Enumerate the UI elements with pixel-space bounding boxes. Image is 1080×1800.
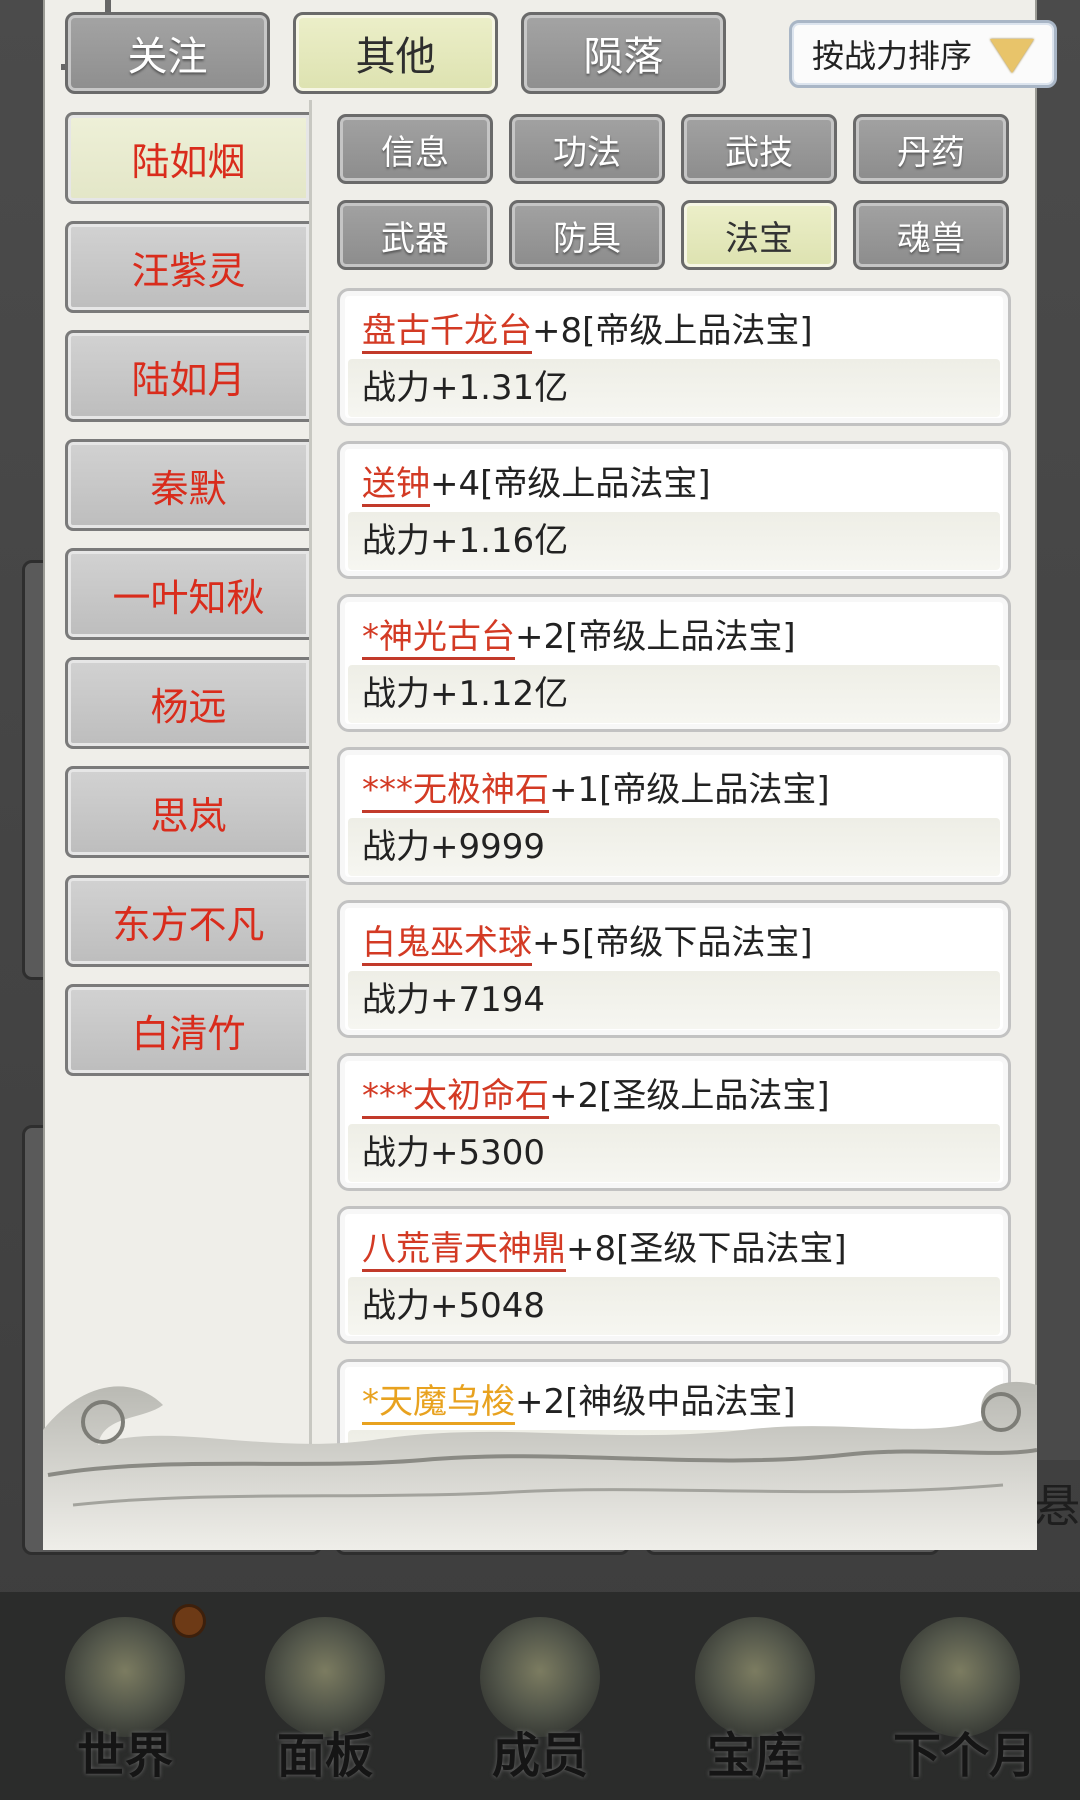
- nav-panel[interactable]: 面板: [230, 1592, 420, 1800]
- item-name[interactable]: 送钟: [362, 464, 430, 507]
- item-power: 战力+1.31亿: [348, 359, 1000, 417]
- treasure-item[interactable]: 送钟+4[帝级上品法宝] 战力+1.16亿: [337, 441, 1011, 579]
- item-power: 战力+1.12亿: [348, 665, 1000, 723]
- character-item[interactable]: 汪紫灵: [65, 221, 309, 313]
- item-name[interactable]: *天魔乌梭: [362, 1382, 515, 1425]
- item-name[interactable]: ***太初命石: [362, 1076, 549, 1119]
- character-item[interactable]: 一叶知秋: [65, 548, 309, 640]
- character-item[interactable]: 秦默: [65, 439, 309, 531]
- character-item[interactable]: 陆如月: [65, 330, 309, 422]
- item-grade: +5[帝级下品法宝]: [532, 923, 813, 963]
- character-equipment-panel: 关注 其他 陨落 按战力排序 陆如烟 汪紫灵 陆如月 秦默 一叶知秋 杨远 思岚…: [43, 0, 1057, 1548]
- treasure-item[interactable]: *神光古台+2[帝级上品法宝] 战力+1.12亿: [337, 594, 1011, 732]
- category-info[interactable]: 信息: [337, 114, 493, 184]
- category-treasure[interactable]: 法宝: [681, 200, 837, 270]
- background-edge-text: 悬: [1034, 1479, 1080, 1533]
- nav-label: 成员: [491, 1728, 588, 1784]
- dropdown-arrow-icon: [990, 39, 1034, 73]
- list-divider: [309, 100, 312, 1500]
- character-item[interactable]: 思岚: [65, 766, 309, 858]
- bottom-nav: 世界 面板 成员 宝库 下个月: [0, 1592, 1080, 1800]
- character-item[interactable]: 东方不凡: [65, 875, 309, 967]
- character-item[interactable]: 陆如烟: [65, 112, 309, 204]
- category-pill[interactable]: 丹药: [853, 114, 1009, 184]
- nav-members[interactable]: 成员: [445, 1592, 635, 1800]
- treasure-item[interactable]: ***太初命石+2[圣级上品法宝] 战力+5300: [337, 1053, 1011, 1191]
- treasure-item[interactable]: 白鬼巫术球+5[帝级下品法宝] 战力+7194: [337, 900, 1011, 1038]
- item-title: 送钟+4[帝级上品法宝]: [362, 456, 711, 507]
- category-skill[interactable]: 功法: [509, 114, 665, 184]
- item-power: 战力+5300: [348, 1124, 1000, 1182]
- item-title: *神光古台+2[帝级上品法宝]: [362, 609, 796, 660]
- nav-label: 下个月: [892, 1728, 1037, 1784]
- item-power: 战力+1.16亿: [348, 512, 1000, 570]
- category-martial[interactable]: 武技: [681, 114, 837, 184]
- character-list: 陆如烟 汪紫灵 陆如月 秦默 一叶知秋 杨远 思岚 东方不凡 白清竹: [65, 112, 309, 1093]
- nav-next-month[interactable]: 下个月: [865, 1592, 1065, 1800]
- item-name[interactable]: 八荒青天神鼎: [362, 1229, 566, 1272]
- item-title: 八荒青天神鼎+8[圣级下品法宝]: [362, 1221, 847, 1272]
- treasure-list: 盘古千龙台+8[帝级上品法宝] 战力+1.31亿 送钟+4[帝级上品法宝] 战力…: [337, 288, 1011, 1488]
- tab-fallen[interactable]: 陨落: [521, 12, 726, 94]
- nav-label: 面板: [276, 1728, 373, 1784]
- category-weapon[interactable]: 武器: [337, 200, 493, 270]
- item-grade: +2[神级中品法宝]: [515, 1382, 796, 1422]
- category-beast[interactable]: 魂兽: [853, 200, 1009, 270]
- item-title: ***太初命石+2[圣级上品法宝]: [362, 1068, 830, 1119]
- item-name[interactable]: 盘古千龙台: [362, 311, 532, 354]
- item-grade: +2[帝级上品法宝]: [515, 617, 796, 657]
- treasure-item[interactable]: 八荒青天神鼎+8[圣级下品法宝] 战力+5048: [337, 1206, 1011, 1344]
- treasure-item[interactable]: ***无极神石+1[帝级上品法宝] 战力+9999: [337, 747, 1011, 885]
- nav-label: 世界: [76, 1728, 173, 1784]
- item-grade: +1[帝级上品法宝]: [549, 770, 830, 810]
- character-item[interactable]: 白清竹: [65, 984, 309, 1076]
- item-title: *天魔乌梭+2[神级中品法宝]: [362, 1374, 796, 1425]
- tab-follow[interactable]: 关注: [65, 12, 270, 94]
- item-name[interactable]: ***无极神石: [362, 770, 549, 813]
- item-power: 战力+3366: [348, 1430, 1000, 1488]
- treasure-item[interactable]: *天魔乌梭+2[神级中品法宝] 战力+3366: [337, 1359, 1011, 1488]
- sort-dropdown[interactable]: 按战力排序: [789, 20, 1057, 88]
- item-grade: +4[帝级上品法宝]: [430, 464, 711, 504]
- nav-treasury[interactable]: 宝库: [660, 1592, 850, 1800]
- nav-label: 宝库: [706, 1728, 803, 1784]
- treasure-item[interactable]: 盘古千龙台+8[帝级上品法宝] 战力+1.31亿: [337, 288, 1011, 426]
- item-grade: +8[帝级上品法宝]: [532, 311, 813, 351]
- item-title: ***无极神石+1[帝级上品法宝]: [362, 762, 830, 813]
- tab-other[interactable]: 其他: [293, 12, 498, 94]
- item-grade: +8[圣级下品法宝]: [566, 1229, 847, 1269]
- item-name[interactable]: *神光古台: [362, 617, 515, 660]
- item-title: 白鬼巫术球+5[帝级下品法宝]: [362, 915, 813, 966]
- item-power: 战力+7194: [348, 971, 1000, 1029]
- item-power: 战力+5048: [348, 1277, 1000, 1335]
- character-item[interactable]: 杨远: [65, 657, 309, 749]
- item-grade: +2[圣级上品法宝]: [549, 1076, 830, 1116]
- item-power: 战力+9999: [348, 818, 1000, 876]
- sort-label: 按战力排序: [812, 37, 973, 75]
- notification-dot-icon: [172, 1604, 206, 1638]
- item-title: 盘古千龙台+8[帝级上品法宝]: [362, 303, 813, 354]
- category-armor[interactable]: 防具: [509, 200, 665, 270]
- item-name[interactable]: 白鬼巫术球: [362, 923, 532, 966]
